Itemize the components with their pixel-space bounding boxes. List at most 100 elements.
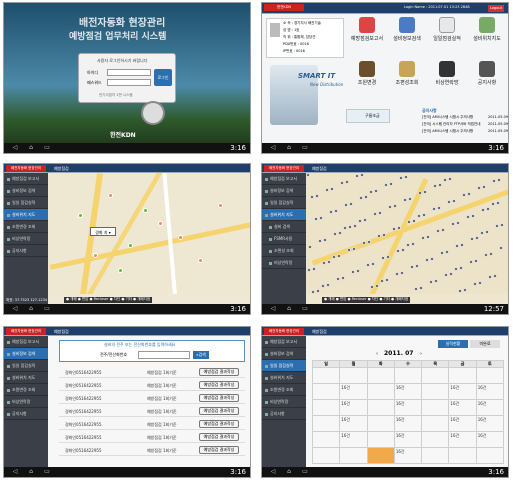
home-icon[interactable]: ⌂ xyxy=(26,304,36,314)
sidebar-subitem[interactable]: 비상연락망 xyxy=(262,257,306,269)
map-marker[interactable] xyxy=(500,223,504,227)
calendar-day[interactable] xyxy=(366,431,395,448)
map-marker[interactable] xyxy=(440,251,444,255)
calendar-day[interactable]: 16건 xyxy=(448,415,477,432)
map-marker[interactable] xyxy=(475,236,479,240)
sidebar-item[interactable]: 예방점검 보고서 xyxy=(4,173,48,185)
map-marker[interactable] xyxy=(437,206,441,210)
map-marker[interactable] xyxy=(355,174,359,178)
sidebar-item-active[interactable]: 설비정보 검색 xyxy=(4,348,48,360)
calendar-day[interactable]: 16건 xyxy=(393,415,423,432)
map-marker[interactable] xyxy=(481,208,485,212)
map-marker[interactable] xyxy=(441,228,445,232)
map-marker[interactable] xyxy=(470,237,474,241)
map-marker[interactable] xyxy=(316,289,320,293)
map-marker[interactable] xyxy=(496,201,500,205)
sidebar-item[interactable]: 공지사항 xyxy=(4,245,48,257)
notice-item[interactable]: [전국] 시스템 관리자 FTP서버 작업안내 xyxy=(422,122,480,127)
map-pin[interactable] xyxy=(93,253,98,258)
map-marker[interactable] xyxy=(381,256,385,260)
back-icon[interactable]: ◁ xyxy=(268,467,278,477)
calendar-day[interactable] xyxy=(366,415,395,432)
write-result-button[interactable]: 예방점검 결과작성 xyxy=(199,407,239,415)
recent-icon[interactable]: ▭ xyxy=(42,467,52,477)
write-result-button[interactable]: 예방점검 결과작성 xyxy=(199,433,239,441)
map-marker[interactable] xyxy=(385,278,389,282)
map-popup[interactable]: 경화 지 ▾ xyxy=(90,227,116,236)
map-marker[interactable] xyxy=(485,230,489,234)
map-marker[interactable] xyxy=(366,263,370,267)
calendar-day[interactable] xyxy=(421,431,450,448)
map-marker[interactable] xyxy=(423,190,427,194)
sidebar-item[interactable]: 공지사항 xyxy=(262,408,306,420)
map-marker[interactable] xyxy=(436,229,440,233)
sidebar-item[interactable]: 설비위치 지도 xyxy=(4,372,48,384)
login-button[interactable]: 로그인 xyxy=(154,69,172,86)
calendar-day[interactable] xyxy=(421,447,450,464)
map-marker[interactable] xyxy=(417,214,421,218)
sidebar-item[interactable]: 공지사항 xyxy=(4,408,48,420)
map-pin[interactable] xyxy=(178,235,183,240)
calendar-day[interactable] xyxy=(311,399,341,416)
map-marker[interactable] xyxy=(419,286,423,290)
sidebar-item[interactable]: 설비정보 검색 xyxy=(262,348,306,360)
next-month-icon[interactable]: › xyxy=(420,351,422,358)
map-marker[interactable] xyxy=(463,288,467,292)
map-marker[interactable] xyxy=(422,213,426,217)
write-result-button[interactable]: 예방점검 결과작성 xyxy=(199,394,239,402)
map-marker[interactable] xyxy=(491,202,495,206)
calendar-day[interactable] xyxy=(475,367,505,384)
sidebar-item[interactable]: 조원변경 조회 xyxy=(4,384,48,396)
menu-search[interactable]: 설비정보검색 xyxy=(388,17,426,55)
menu-notice[interactable]: 공지사항 xyxy=(468,61,506,99)
map-marker[interactable] xyxy=(482,185,486,189)
id-input[interactable] xyxy=(107,69,151,76)
map-marker[interactable] xyxy=(370,285,374,289)
calendar-day[interactable]: 16건 xyxy=(448,383,477,400)
map-marker[interactable] xyxy=(411,242,415,246)
calendar-day[interactable] xyxy=(421,399,450,416)
map-marker[interactable] xyxy=(325,188,329,192)
sidebar-item[interactable]: 조원변경 조회 xyxy=(4,221,48,233)
map-marker[interactable] xyxy=(341,276,345,280)
map-marker[interactable] xyxy=(307,268,311,272)
calendar-day[interactable]: 16건 xyxy=(339,415,368,432)
map-marker[interactable] xyxy=(407,220,411,224)
map-marker[interactable] xyxy=(406,243,410,247)
map-marker[interactable] xyxy=(347,248,351,252)
map-marker[interactable] xyxy=(486,207,490,211)
map-marker[interactable] xyxy=(323,238,327,242)
map-marker[interactable] xyxy=(380,279,384,283)
map-marker[interactable] xyxy=(363,218,367,222)
sidebar-subitem[interactable]: 조편성 조회 xyxy=(262,245,306,257)
map-marker[interactable] xyxy=(374,189,378,193)
map-marker[interactable] xyxy=(352,247,356,251)
write-result-button[interactable]: 예방점검 결과작성 xyxy=(199,420,239,428)
map-marker[interactable] xyxy=(403,198,407,202)
map-marker[interactable] xyxy=(418,191,422,195)
map-marker[interactable] xyxy=(386,255,390,259)
recent-icon[interactable]: ▭ xyxy=(42,304,52,314)
map-marker[interactable] xyxy=(382,233,386,237)
calendar-day[interactable]: 16건 xyxy=(393,399,423,416)
map-marker[interactable] xyxy=(484,253,488,257)
sidebar-item[interactable]: 설비위치 지도 xyxy=(262,372,306,384)
map-marker[interactable] xyxy=(455,244,459,248)
back-icon[interactable]: ◁ xyxy=(10,467,20,477)
map-marker[interactable] xyxy=(497,178,501,182)
menu-map[interactable]: 설비위치지도 xyxy=(468,17,506,55)
map-marker[interactable] xyxy=(330,187,334,191)
calendar-day[interactable] xyxy=(311,383,341,400)
map-marker[interactable] xyxy=(477,186,481,190)
map-marker[interactable] xyxy=(377,234,381,238)
map-marker[interactable] xyxy=(349,202,353,206)
search-input[interactable] xyxy=(138,351,190,359)
home-icon[interactable]: ⌂ xyxy=(26,467,36,477)
calendar-day[interactable] xyxy=(339,367,368,384)
map-marker[interactable] xyxy=(474,259,478,263)
map-marker[interactable] xyxy=(353,224,357,228)
home-icon[interactable]: ⌂ xyxy=(26,143,36,153)
map-pin[interactable] xyxy=(118,268,123,273)
recent-icon[interactable]: ▭ xyxy=(300,304,310,314)
map-marker[interactable] xyxy=(392,227,396,231)
